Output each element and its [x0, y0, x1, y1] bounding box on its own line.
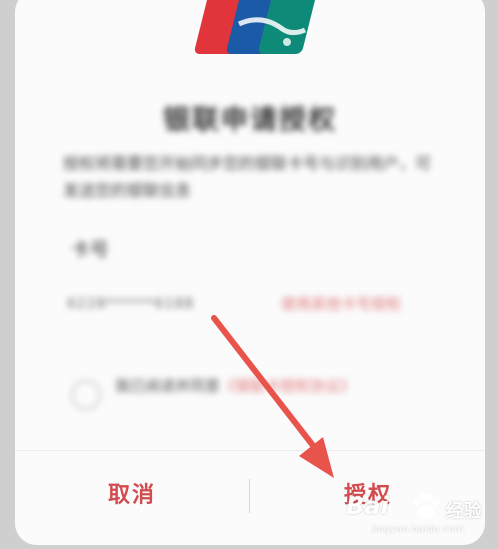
card-label: 卡号	[71, 239, 110, 261]
other-card-link[interactable]: 使用其他卡号授权	[281, 293, 401, 314]
watermark-brand: Bai	[346, 492, 389, 520]
agreement-link[interactable]: 《银联卡授权协议》	[220, 377, 355, 395]
cancel-button[interactable]: 取消	[15, 477, 249, 509]
button-divider	[249, 479, 250, 513]
authorization-dialog: 银联申请授权 授权将需要您开始同步您的银联卡号与识别用户，可发送您的银联信息 卡…	[15, 0, 485, 545]
agreement-checkbox[interactable]	[71, 380, 101, 410]
agreement-prefix: 我已阅读并同意	[115, 377, 221, 395]
unionpay-logo-icon	[194, 0, 318, 54]
watermark-suffix: 经验	[446, 501, 482, 522]
paw-icon	[413, 493, 440, 519]
card-number: 6228******6188	[67, 296, 195, 312]
dialog-title: 银联申请授权	[163, 105, 337, 136]
agreement-text: 我已阅读并同意《银联卡授权协议》	[115, 374, 435, 398]
baidu-watermark: Bai 经验 jingyan.baidu.com	[338, 488, 498, 548]
dialog-description: 授权将需要您开始同步您的银联卡号与识别用户，可发送您的银联信息	[63, 154, 432, 200]
watermark-url: jingyan.baidu.com	[371, 524, 465, 535]
